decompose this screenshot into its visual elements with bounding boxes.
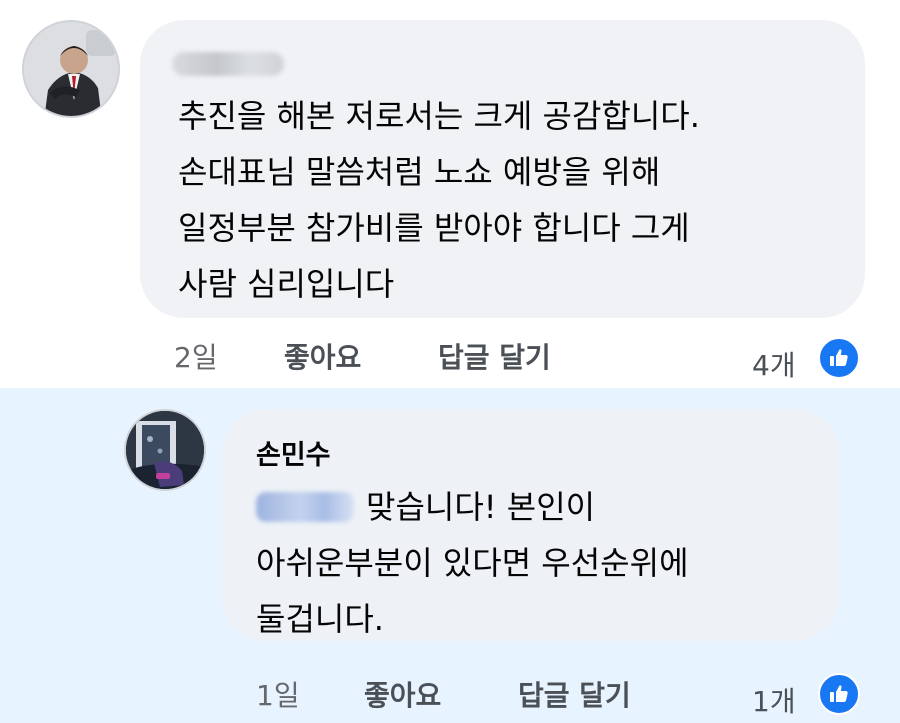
comment-line: 맞습니다! 본인이	[256, 479, 826, 535]
avatar[interactable]	[22, 20, 120, 118]
comment: 추진을 해본 저로서는 크게 공감합니다. 손대표님 말씀처럼 노쇼 예방을 위…	[0, 0, 900, 388]
comment-line: 손대표님 말씀처럼 노쇼 예방을 위해	[178, 153, 661, 191]
reply-button[interactable]: 답글 달기	[438, 336, 551, 376]
avatar[interactable]	[124, 409, 206, 491]
reply-button[interactable]: 답글 달기	[518, 674, 631, 714]
comment-text: 맞습니다! 본인이 아쉬운부분이 있다면 우선순위에 둘겁니다.	[256, 479, 826, 647]
comment-text: 추진을 해본 저로서는 크게 공감합니다. 손대표님 말씀처럼 노쇼 예방을 위…	[178, 88, 858, 312]
comment-line: 사람 심리입니다	[178, 265, 395, 303]
profile-photo	[126, 411, 204, 489]
author-name[interactable]: 손민수	[256, 433, 331, 472]
comment-line: 추진을 해본 저로서는 크게 공감합니다.	[178, 97, 700, 135]
comment-bubble: 추진을 해본 저로서는 크게 공감합니다. 손대표님 말씀처럼 노쇼 예방을 위…	[140, 20, 865, 318]
reaction-count[interactable]: 4개	[752, 344, 796, 384]
profile-photo	[24, 22, 118, 116]
comment-line-text: 맞습니다! 본인이	[366, 488, 596, 526]
comment-line: 일정부분 참가비를 받아야 합니다 그게	[178, 209, 690, 247]
reaction-count[interactable]: 1개	[752, 680, 796, 720]
comment-line: 아쉬운부분이 있다면 우선순위에	[256, 544, 689, 582]
timestamp-link[interactable]: 1일	[256, 674, 300, 714]
mention-tag-redacted[interactable]	[256, 492, 354, 522]
like-icon[interactable]	[818, 673, 860, 715]
like-icon[interactable]	[818, 337, 860, 379]
comment-line: 둘겁니다.	[256, 600, 384, 638]
timestamp-link[interactable]: 2일	[174, 336, 218, 376]
reply-comment: 손민수 맞습니다! 본인이 아쉬운부분이 있다면 우선순위에 둘겁니다. 1일 …	[0, 388, 900, 723]
like-button[interactable]: 좋아요	[364, 674, 441, 714]
like-button[interactable]: 좋아요	[284, 336, 361, 376]
comment-bubble: 손민수 맞습니다! 본인이 아쉬운부분이 있다면 우선순위에 둘겁니다.	[222, 409, 839, 641]
author-name-redacted[interactable]	[172, 52, 284, 76]
